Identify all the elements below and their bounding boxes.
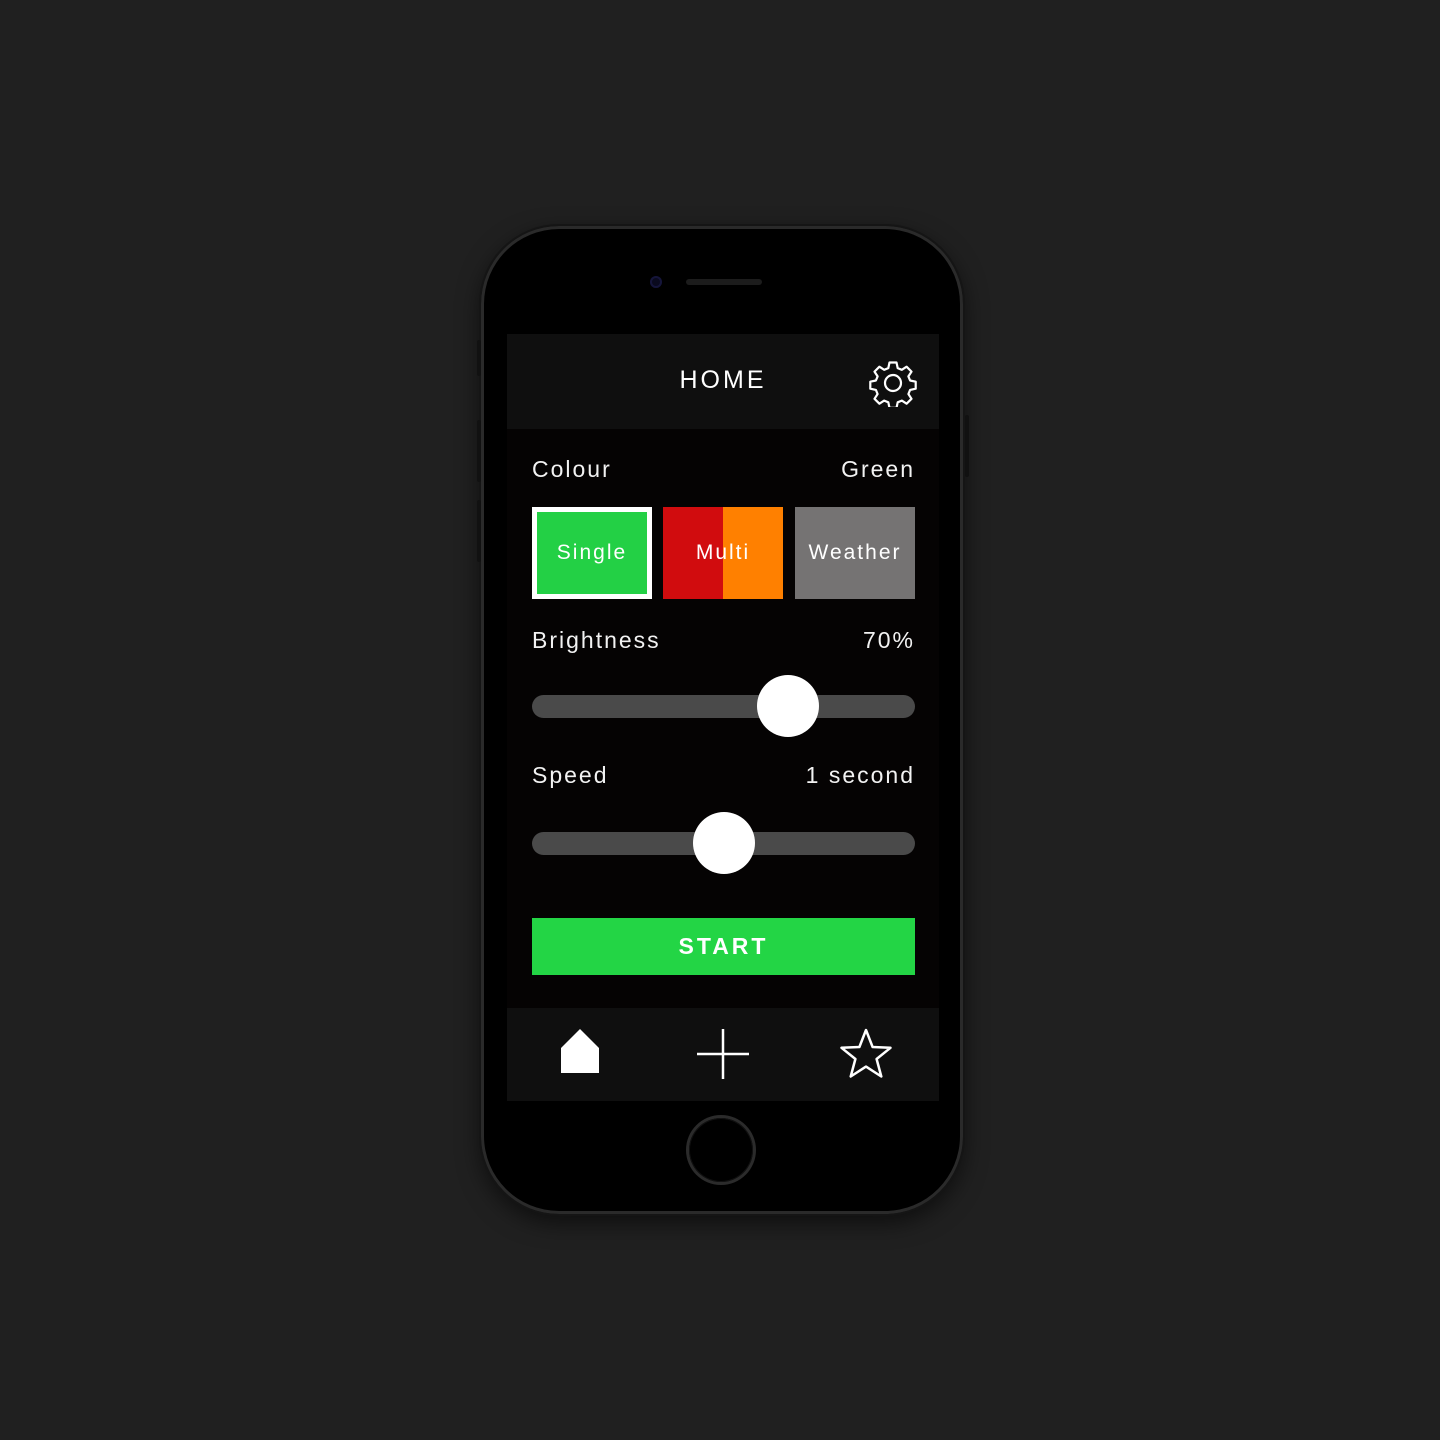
bottom-tab-bar — [507, 1008, 939, 1101]
colour-value: Green — [841, 456, 915, 482]
mode-multi-label: Multi — [695, 541, 751, 564]
mode-single-button[interactable]: Single — [532, 507, 652, 599]
speed-label: Speed — [532, 762, 609, 788]
volume-up-button — [477, 420, 481, 482]
star-icon[interactable] — [836, 1026, 896, 1086]
start-button[interactable]: START — [532, 918, 915, 975]
brightness-label: Brightness — [532, 627, 661, 653]
gear-icon[interactable] — [869, 359, 917, 407]
mode-single-label: Single — [556, 541, 628, 564]
front-camera — [650, 276, 662, 288]
volume-down-button — [477, 500, 481, 562]
mode-weather-label: Weather — [808, 541, 902, 564]
brightness-value: 70% — [862, 627, 915, 653]
speed-slider[interactable] — [532, 812, 915, 874]
app-screen: HOME Colour Green Single Multi Weather B… — [507, 334, 939, 1101]
brightness-slider[interactable] — [532, 675, 915, 737]
mode-multi-button[interactable]: Multi — [663, 507, 783, 599]
colour-label: Colour — [532, 456, 612, 482]
speed-slider-thumb[interactable] — [692, 812, 755, 874]
power-button — [965, 415, 969, 477]
mute-switch — [477, 340, 481, 376]
home-icon[interactable] — [550, 1026, 610, 1086]
header-bar: HOME — [507, 334, 939, 429]
speed-value: 1 second — [805, 762, 915, 788]
earpiece-speaker — [686, 279, 762, 285]
plus-icon[interactable] — [693, 1026, 753, 1086]
hardware-home-button[interactable] — [689, 1118, 753, 1182]
mode-weather-button[interactable]: Weather — [795, 507, 915, 599]
brightness-slider-thumb[interactable] — [756, 675, 819, 737]
